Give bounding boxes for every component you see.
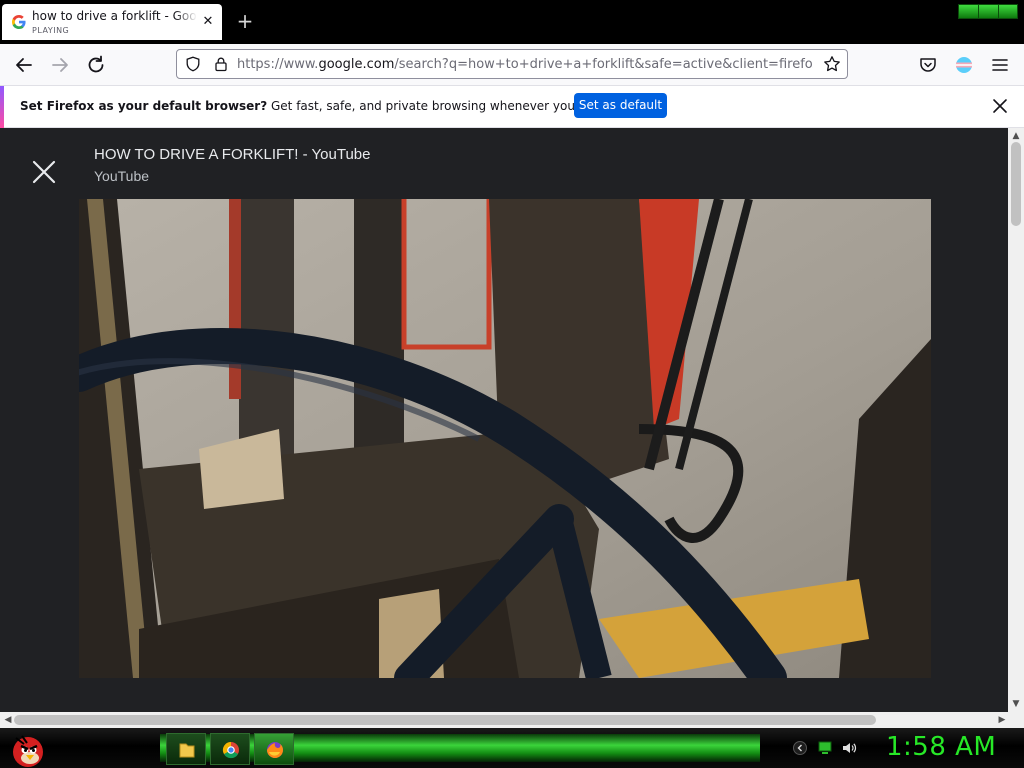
video-player[interactable] bbox=[79, 199, 931, 678]
url-prefix: https://www. bbox=[237, 57, 319, 72]
browser-tab[interactable]: how to drive a forklift - Google Search … bbox=[2, 4, 222, 40]
back-arrow-icon[interactable] bbox=[12, 53, 36, 77]
show-hidden-icons-icon[interactable] bbox=[792, 740, 808, 756]
new-tab-button[interactable]: + bbox=[234, 10, 256, 32]
forklift-steering-wheel-video-frame bbox=[79, 199, 931, 678]
forward-arrow-icon[interactable] bbox=[48, 53, 72, 77]
taskbar-clock[interactable]: 1:58 AM bbox=[886, 732, 996, 762]
default-browser-notification: Set Firefox as your default browser? Get… bbox=[0, 86, 1024, 128]
url-text[interactable]: https://www.google.com/search?q=how+to+d… bbox=[237, 57, 813, 72]
notification-accent bbox=[0, 86, 4, 128]
address-bar[interactable]: https://www.google.com/search?q=how+to+d… bbox=[176, 49, 848, 79]
volume-speaker-icon[interactable] bbox=[841, 740, 857, 756]
google-g-icon bbox=[12, 15, 26, 29]
video-source: YouTube bbox=[94, 168, 150, 184]
vertical-scrollbar[interactable]: ▲ ▼ bbox=[1008, 128, 1024, 712]
firefox-icon bbox=[267, 742, 283, 758]
notification-headline: Set Firefox as your default browser? bbox=[20, 99, 268, 113]
file-explorer-icon bbox=[179, 743, 195, 758]
set-as-default-button[interactable]: Set as default bbox=[574, 93, 667, 118]
navigation-toolbar: https://www.google.com/search?q=how+to+d… bbox=[0, 44, 1024, 86]
scroll-left-arrow-icon[interactable]: ◀ bbox=[2, 714, 14, 726]
scroll-right-arrow-icon[interactable]: ▶ bbox=[996, 714, 1008, 726]
horizontal-scroll-thumb[interactable] bbox=[14, 715, 876, 725]
taskbar-file-explorer[interactable] bbox=[166, 733, 206, 765]
notification-text: Set Firefox as your default browser? Get… bbox=[20, 99, 656, 113]
vertical-scroll-thumb[interactable] bbox=[1011, 142, 1021, 226]
window-minimize-button[interactable] bbox=[958, 4, 980, 19]
taskbar-chrome[interactable] bbox=[210, 733, 250, 765]
pocket-icon[interactable] bbox=[918, 55, 938, 75]
network-monitor-icon[interactable] bbox=[817, 740, 833, 756]
bookmark-star-icon[interactable] bbox=[823, 55, 841, 73]
tab-close-icon[interactable]: ✕ bbox=[201, 15, 215, 29]
hamburger-menu-icon[interactable] bbox=[990, 55, 1010, 75]
url-host: google.com bbox=[318, 57, 395, 72]
notification-close-icon[interactable] bbox=[990, 96, 1010, 116]
scroll-down-arrow-icon[interactable]: ▼ bbox=[1010, 698, 1022, 710]
video-title[interactable]: HOW TO DRIVE A FORKLIFT! - YouTube bbox=[94, 146, 370, 163]
window-close-button[interactable] bbox=[998, 4, 1018, 19]
tab-playing-status: PLAYING bbox=[32, 26, 70, 35]
lock-icon[interactable] bbox=[213, 56, 229, 72]
chrome-icon bbox=[222, 741, 239, 759]
window-maximize-button[interactable] bbox=[978, 4, 1000, 19]
taskbar-firefox[interactable] bbox=[254, 733, 294, 765]
close-overlay-icon[interactable] bbox=[30, 158, 58, 186]
start-button-angry-bird-icon[interactable] bbox=[6, 728, 48, 768]
tracking-protection-shield-icon[interactable] bbox=[185, 56, 201, 72]
reload-icon[interactable] bbox=[84, 53, 108, 77]
account-avatar-icon[interactable] bbox=[954, 55, 974, 75]
tab-strip: how to drive a forklift - Google Search … bbox=[0, 0, 1024, 44]
video-overlay: HOW TO DRIVE A FORKLIFT! - YouTube YouTu… bbox=[0, 128, 1008, 757]
tab-title: how to drive a forklift - Google Search bbox=[32, 9, 197, 23]
horizontal-scrollbar[interactable]: ◀ ▶ bbox=[0, 712, 1024, 728]
url-path: /search?q=how+to+drive+a+forklift&safe=a… bbox=[394, 57, 813, 72]
taskbar: 1:58 AM bbox=[0, 728, 1024, 768]
scroll-up-arrow-icon[interactable]: ▲ bbox=[1010, 130, 1022, 142]
